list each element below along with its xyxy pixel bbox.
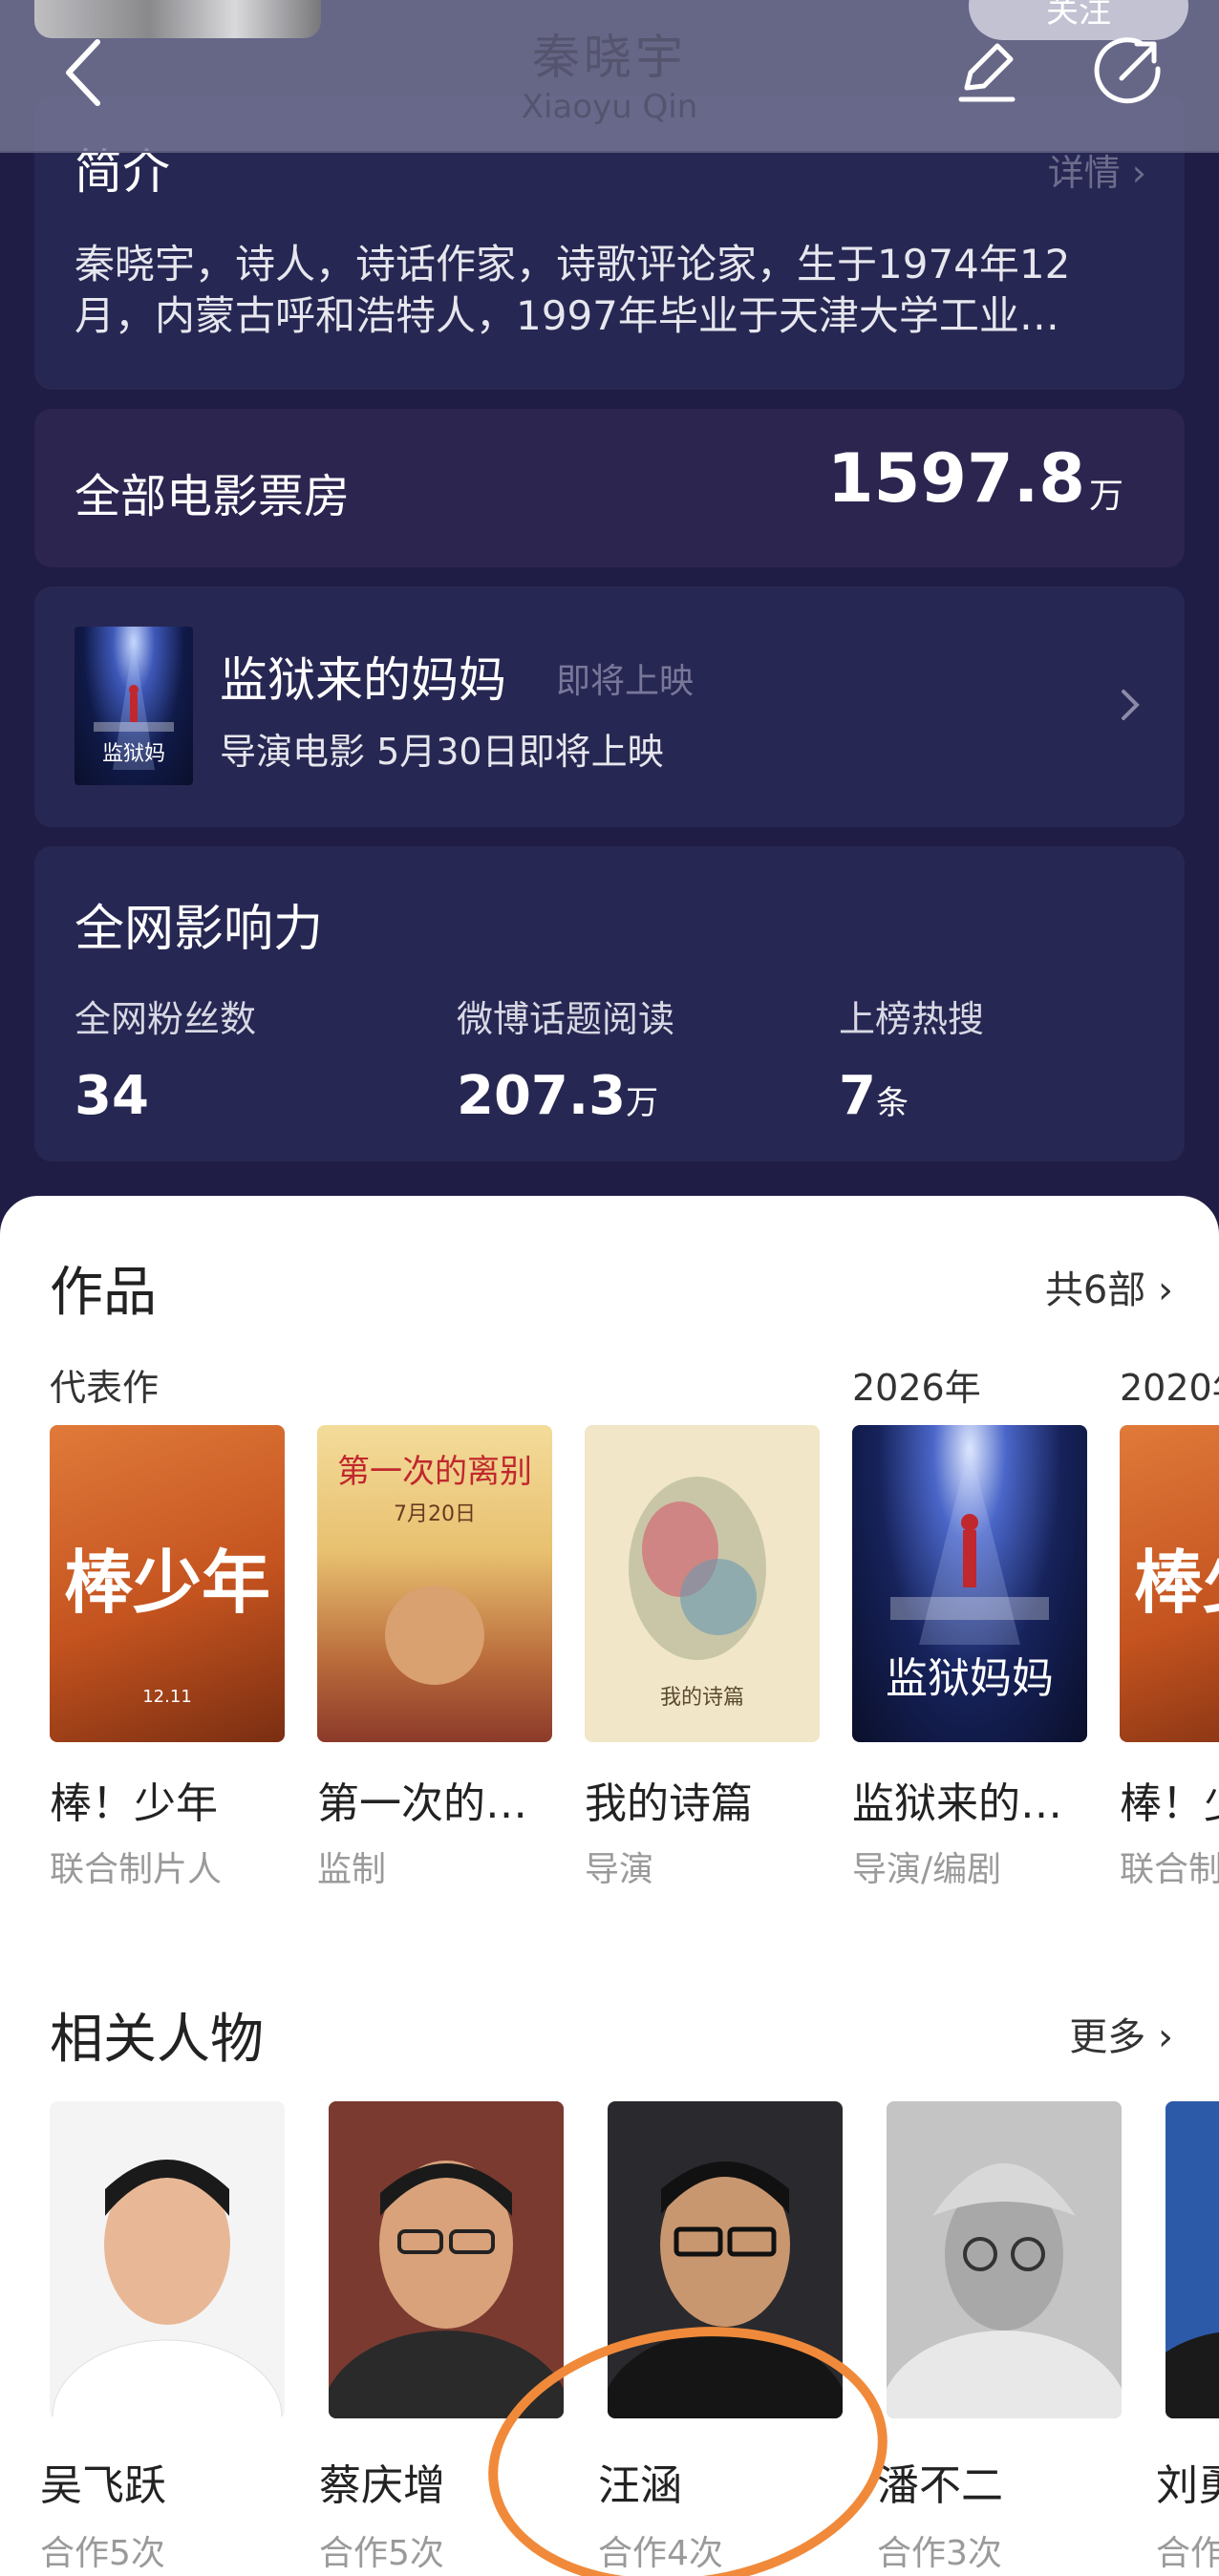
person-name: 刘勇 xyxy=(1156,2461,1219,2510)
svg-text:监狱妈妈: 监狱妈妈 xyxy=(886,1654,1054,1703)
person-photo xyxy=(329,2101,564,2418)
work-title: 棒！少年 xyxy=(1120,1779,1219,1828)
stat-fans: 全网粉丝数 34 xyxy=(75,990,256,1127)
work-title: 棒！少年 xyxy=(50,1779,218,1828)
svg-text:我的诗篇: 我的诗篇 xyxy=(660,1686,744,1710)
person-collaborations: 合作3次 xyxy=(1156,2534,1219,2573)
stat-value: 207.3万 xyxy=(457,1065,659,1127)
svg-text:棒少年: 棒少年 xyxy=(1134,1542,1219,1623)
work-role: 导演 xyxy=(585,1850,654,1889)
upcoming-movie-poster: 监狱妈 xyxy=(75,627,193,785)
person-name: 吴飞跃 xyxy=(40,2461,166,2510)
person-collaborations: 合作3次 xyxy=(877,2534,1002,2573)
work-poster: 监狱妈妈 xyxy=(852,1425,1087,1742)
works-count-link[interactable]: 共6部 › xyxy=(1045,1259,1173,1314)
stat-weibo-reads: 微博话题阅读 207.3万 xyxy=(457,990,674,1127)
work-poster: 我的诗篇 xyxy=(585,1425,820,1742)
work-tag xyxy=(317,1358,552,1425)
work-role: 监制 xyxy=(317,1850,387,1889)
upcoming-movie-card[interactable]: 监狱妈 监狱来的妈妈 即将上映 导演电影 5月30日即将上映 xyxy=(34,586,1185,827)
work-role: 联合制片人 xyxy=(1120,1850,1219,1889)
upcoming-badge: 即将上映 xyxy=(556,662,695,701)
work-title: 第一次的… xyxy=(317,1779,527,1828)
share-icon[interactable] xyxy=(1093,34,1166,107)
influence-card: 全网影响力 全网粉丝数 34 微博话题阅读 207.3万 上榜热搜 7条 xyxy=(34,846,1185,1161)
work-poster: 第一次的离别 7月20日 xyxy=(317,1425,552,1742)
stat-label: 上榜热搜 xyxy=(839,998,985,1040)
intro-text: 秦晓宇，诗人，诗话作家，诗歌评论家，生于1974年12月，内蒙古呼和浩特人，19… xyxy=(75,241,1071,339)
stat-value: 7条 xyxy=(839,1065,909,1127)
work-poster: 棒少年 xyxy=(1120,1425,1219,1742)
person-photo xyxy=(887,2101,1122,2418)
stat-label: 全网粉丝数 xyxy=(75,998,257,1040)
page-subtitle: Xiaoyu Qin xyxy=(521,88,698,126)
svg-text:监狱妈: 监狱妈 xyxy=(102,742,165,766)
work-tag: 代表作 xyxy=(50,1367,160,1409)
person-card[interactable]: 刘勇 合作3次 xyxy=(1156,2101,1219,2575)
svg-text:12.11: 12.11 xyxy=(142,1687,192,1707)
upcoming-movie-subtitle: 导演电影 5月30日即将上映 xyxy=(220,731,664,773)
svg-text:7月20日: 7月20日 xyxy=(394,1502,476,1526)
person-name: 潘不二 xyxy=(877,2461,1003,2510)
svg-text:第一次的离别: 第一次的离别 xyxy=(337,1453,532,1491)
work-role: 导演/编剧 xyxy=(852,1850,1002,1889)
work-card[interactable]: 代表作 棒少年 12.11 棒！少年 联合制片人 xyxy=(50,1358,285,1891)
works-section-title: 作品 xyxy=(50,1262,157,1324)
work-card[interactable]: 第一次的离别 7月20日 第一次的… 监制 xyxy=(317,1358,552,1891)
upcoming-movie-title: 监狱来的妈妈 xyxy=(220,652,506,708)
chevron-right-icon xyxy=(1120,686,1143,724)
work-card[interactable]: 2020年 棒少年 棒！少年 联合制片人 xyxy=(1120,1358,1219,1891)
svg-text:棒少年: 棒少年 xyxy=(64,1542,270,1623)
box-office-label: 全部电影票房 xyxy=(75,470,351,523)
work-tag xyxy=(585,1358,820,1425)
work-poster: 棒少年 12.11 xyxy=(50,1425,285,1742)
person-collaborations: 合作5次 xyxy=(40,2534,165,2573)
person-photo xyxy=(1166,2101,1219,2418)
box-office-unit: 万 xyxy=(1088,477,1123,516)
person-card[interactable]: 潘不二 合作3次 xyxy=(877,2101,1122,2575)
works-list: 代表作 棒少年 12.11 棒！少年 联合制片人 第一次的离别 7月20日 第一… xyxy=(50,1358,1219,1893)
work-title: 监狱来的… xyxy=(852,1779,1062,1828)
work-role: 联合制片人 xyxy=(50,1850,223,1889)
people-section-title: 相关人物 xyxy=(50,2009,264,2071)
work-title: 我的诗篇 xyxy=(585,1779,753,1828)
work-tag: 2026年 xyxy=(852,1367,981,1409)
work-card[interactable]: 我的诗篇 我的诗篇 导演 xyxy=(585,1358,820,1891)
work-tag: 2020年 xyxy=(1120,1367,1219,1409)
box-office-value: 1597.8 xyxy=(826,439,1085,518)
influence-title: 全网影响力 xyxy=(75,901,324,958)
work-card[interactable]: 2026年 监狱妈妈 监狱来的… 导演/编剧 xyxy=(852,1358,1087,1891)
people-more-link[interactable]: 更多 › xyxy=(1069,2006,1173,2061)
person-card[interactable]: 吴飞跃 合作5次 xyxy=(40,2101,285,2575)
stat-hot-search: 上榜热搜 7条 xyxy=(839,990,984,1127)
person-photo xyxy=(50,2101,285,2418)
edit-icon[interactable] xyxy=(953,38,1020,105)
top-bar: 关注 秦晓宇 Xiaoyu Qin xyxy=(0,0,1219,153)
stat-label: 微博话题阅读 xyxy=(457,998,675,1040)
box-office-card[interactable]: 全部电影票房 1597.8 万 xyxy=(34,409,1185,567)
stat-value: 34 xyxy=(75,1065,149,1127)
page-title: 秦晓宇 xyxy=(532,30,687,85)
